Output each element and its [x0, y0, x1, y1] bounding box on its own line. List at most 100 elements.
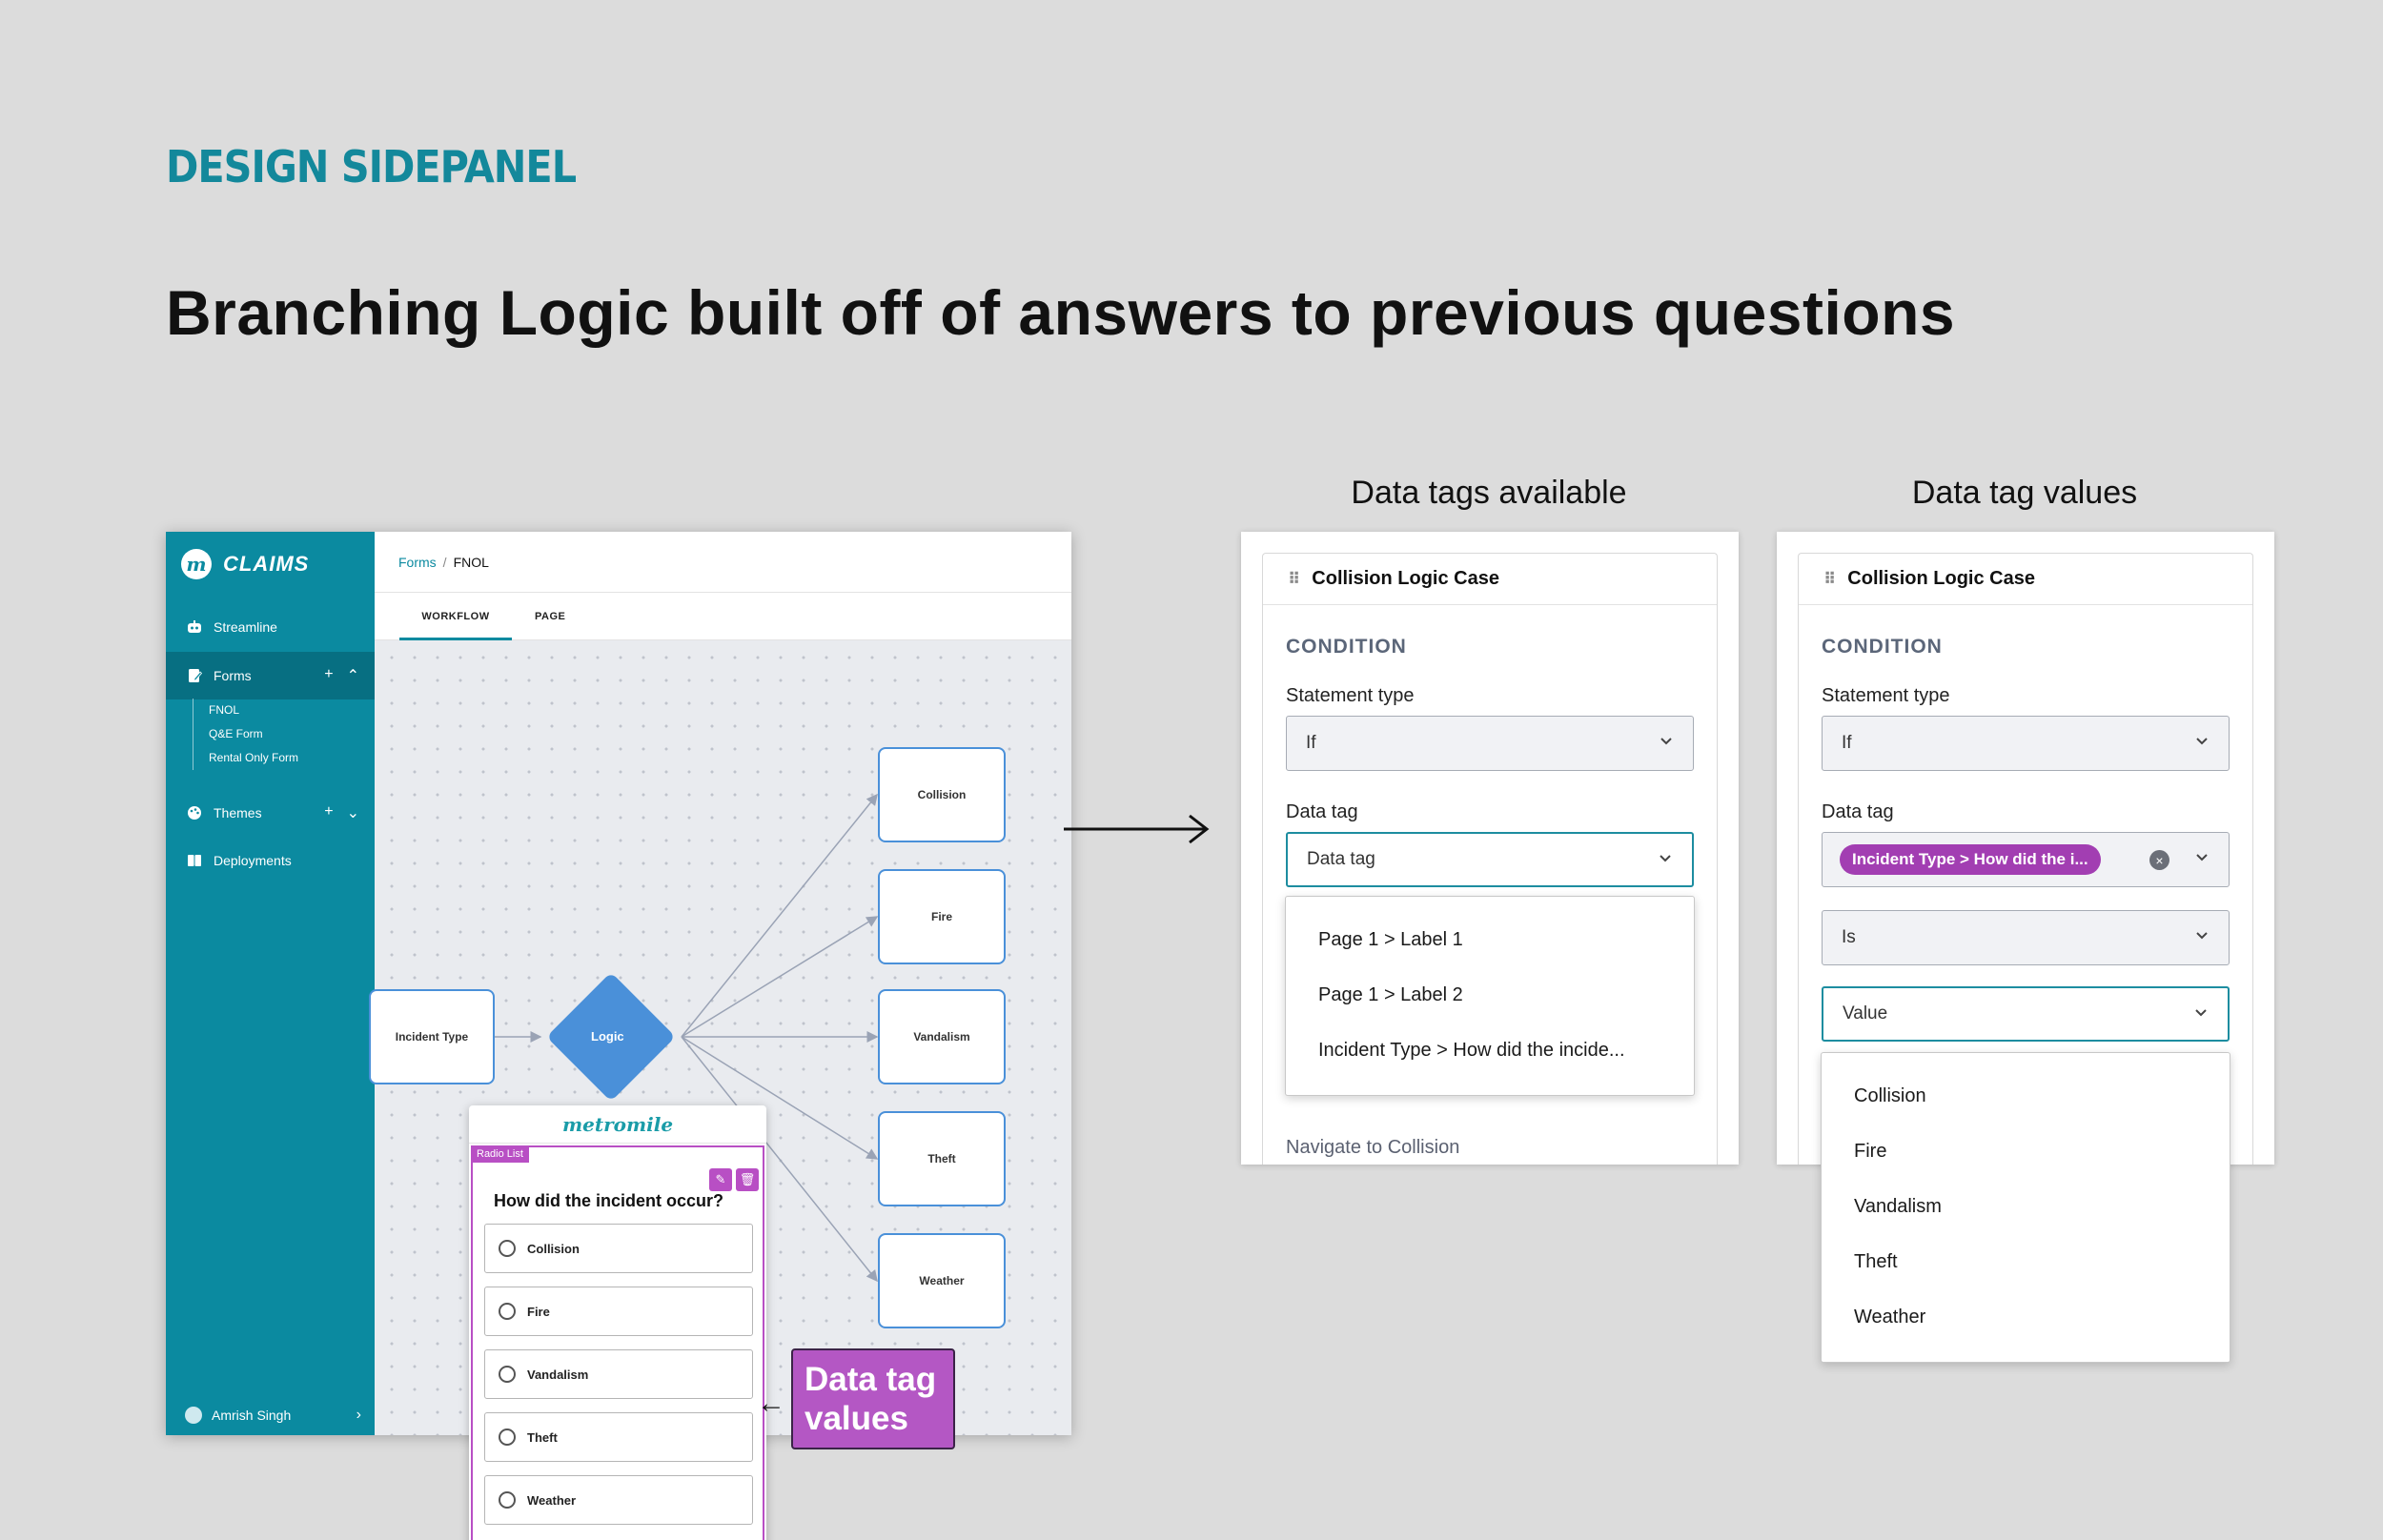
- card-title: Collision Logic Case: [1312, 568, 1499, 589]
- book-icon: [185, 852, 204, 869]
- question-text: How did the incident occur?: [494, 1191, 724, 1210]
- radio-option-label: Collision: [527, 1241, 580, 1256]
- sidebar-item-label: Deployments: [214, 853, 292, 868]
- breadcrumb-current: FNOL: [453, 555, 489, 570]
- menu-item-value[interactable]: Theft: [1854, 1251, 1898, 1273]
- node-theft[interactable]: Theft: [878, 1111, 1006, 1206]
- section-label: DESIGN SIDEPANEL: [166, 141, 577, 192]
- operator-value: Is: [1842, 927, 1856, 947]
- menu-item-data-tag[interactable]: Page 1 > Label 1: [1318, 929, 1463, 951]
- node-collision[interactable]: Collision: [878, 747, 1006, 842]
- data-tag-label: Data tag: [1286, 801, 1358, 822]
- forms-subnav: FNOL Q&E Form Rental Only Form: [193, 699, 298, 770]
- chevron-up-icon[interactable]: ⌃: [347, 666, 359, 685]
- menu-item-value[interactable]: Vandalism: [1854, 1196, 1942, 1218]
- sidebar-item-label: Themes: [214, 805, 262, 821]
- radio-option[interactable]: Fire: [484, 1287, 753, 1336]
- drag-handle-icon[interactable]: ⠿: [1823, 570, 1836, 589]
- radio-list-block[interactable]: Radio List ✎ 🗑 How did the incident occu…: [471, 1145, 764, 1540]
- statement-type-select[interactable]: If: [1822, 716, 2230, 771]
- menu-item-data-tag[interactable]: Page 1 > Label 2: [1318, 984, 1463, 1006]
- trash-icon[interactable]: 🗑: [736, 1168, 759, 1191]
- sidebar-item-label: Forms: [214, 668, 252, 683]
- user-menu[interactable]: Amrish Singh ›: [185, 1407, 361, 1424]
- sidebar-item-deployments[interactable]: Deployments: [166, 837, 375, 884]
- plus-icon[interactable]: +: [324, 803, 333, 822]
- data-tag-select[interactable]: Incident Type > How did the i... ×: [1822, 832, 2230, 887]
- breadcrumb-forms[interactable]: Forms: [398, 555, 437, 570]
- palette-icon: [185, 804, 204, 821]
- chevron-down-icon: [2195, 1009, 2207, 1017]
- node-weather[interactable]: Weather: [878, 1233, 1006, 1328]
- sidebar-subitem-qe-form[interactable]: Q&E Form: [209, 722, 298, 746]
- block-type-tag: Radio List: [471, 1145, 529, 1163]
- panel-title-available: Data tags available: [1351, 475, 1627, 511]
- menu-item-data-tag[interactable]: Incident Type > How did the incide...: [1318, 1040, 1625, 1062]
- menu-item-value[interactable]: Fire: [1854, 1141, 1886, 1163]
- data-tag-dropdown-menu: Page 1 > Label 1 Page 1 > Label 2 Incide…: [1285, 896, 1695, 1096]
- radio-circle-icon: [499, 1491, 516, 1509]
- radio-option[interactable]: Theft: [484, 1412, 753, 1462]
- clear-icon[interactable]: ×: [2149, 850, 2169, 870]
- connector-collision: [681, 793, 878, 1038]
- data-tag-chip[interactable]: Incident Type > How did the i...: [1840, 844, 2101, 875]
- navigate-action[interactable]: Navigate to Collision: [1286, 1137, 1459, 1159]
- tab-workflow[interactable]: WORKFLOW: [399, 593, 512, 640]
- drag-handle-icon[interactable]: ⠿: [1288, 570, 1300, 589]
- radio-option-label: Vandalism: [527, 1367, 589, 1382]
- condition-heading: CONDITION: [1286, 636, 1407, 658]
- statement-type-label: Statement type: [1822, 685, 1950, 706]
- logic-node-label: Logic: [591, 1029, 624, 1044]
- sidebar-subitem-rental-only-form[interactable]: Rental Only Form: [209, 746, 298, 770]
- data-tag-select[interactable]: Data tag: [1286, 832, 1694, 887]
- tab-page[interactable]: PAGE: [535, 593, 565, 640]
- connector-fire: [681, 916, 879, 1038]
- value-placeholder: Value: [1843, 1003, 1888, 1023]
- card-header: ⠿ Collision Logic Case: [1263, 554, 1717, 605]
- radio-option-label: Fire: [527, 1304, 550, 1319]
- edit-icon[interactable]: ✎: [709, 1168, 732, 1191]
- breadcrumb: Forms / FNOL: [398, 555, 489, 570]
- data-tag-placeholder: Data tag: [1307, 849, 1375, 869]
- radio-circle-icon: [499, 1366, 516, 1383]
- brand[interactable]: m CLAIMS: [181, 549, 309, 579]
- sidebar: m CLAIMS Streamline Forms + ⌃ FNOL Q&E F…: [166, 532, 375, 1435]
- chevron-down-icon: [1660, 738, 1672, 745]
- radio-option-label: Weather: [527, 1492, 577, 1508]
- avatar: [185, 1407, 202, 1424]
- statement-type-select[interactable]: If: [1286, 716, 1694, 771]
- arrow-left-icon: ←: [757, 1388, 785, 1419]
- sidebar-item-streamline[interactable]: Streamline: [166, 603, 375, 651]
- menu-item-value[interactable]: Weather: [1854, 1307, 1925, 1328]
- node-vandalism[interactable]: Vandalism: [878, 989, 1006, 1084]
- page-headline: Branching Logic built off of answers to …: [166, 277, 1956, 348]
- sidebar-item-label: Streamline: [214, 619, 277, 635]
- sidebar-subitem-fnol[interactable]: FNOL: [209, 699, 298, 722]
- sidebar-item-forms[interactable]: Forms + ⌃: [166, 652, 375, 699]
- robot-icon: [185, 618, 204, 636]
- menu-item-value[interactable]: Collision: [1854, 1085, 1926, 1107]
- document-edit-icon: [185, 667, 204, 684]
- value-select[interactable]: Value: [1822, 986, 2230, 1042]
- chevron-down-icon[interactable]: ⌄: [347, 803, 359, 822]
- card-title: Collision Logic Case: [1847, 568, 2035, 589]
- plus-icon[interactable]: +: [324, 666, 333, 685]
- node-incident-type[interactable]: Incident Type: [369, 989, 495, 1084]
- radio-option[interactable]: Vandalism: [484, 1349, 753, 1399]
- brand-logo-icon: m: [181, 549, 212, 579]
- brand-name: CLAIMS: [223, 552, 310, 576]
- chevron-down-icon: [2196, 932, 2208, 940]
- radio-option[interactable]: Collision: [484, 1224, 753, 1273]
- arrow-right-icon: [1064, 814, 1210, 844]
- radio-circle-icon: [499, 1429, 516, 1446]
- node-fire[interactable]: Fire: [878, 869, 1006, 964]
- statement-type-value: If: [1842, 733, 1852, 753]
- card-header: ⠿ Collision Logic Case: [1799, 554, 2252, 605]
- statement-type-value: If: [1306, 733, 1316, 753]
- operator-select[interactable]: Is: [1822, 910, 2230, 965]
- radio-option[interactable]: Weather: [484, 1475, 753, 1525]
- topbar: Forms / FNOL: [375, 532, 1071, 593]
- form-preview: metromile Radio List ✎ 🗑 How did the inc…: [469, 1105, 766, 1540]
- data-tag-label: Data tag: [1822, 801, 1894, 822]
- sidebar-item-themes[interactable]: Themes + ⌄: [166, 789, 375, 837]
